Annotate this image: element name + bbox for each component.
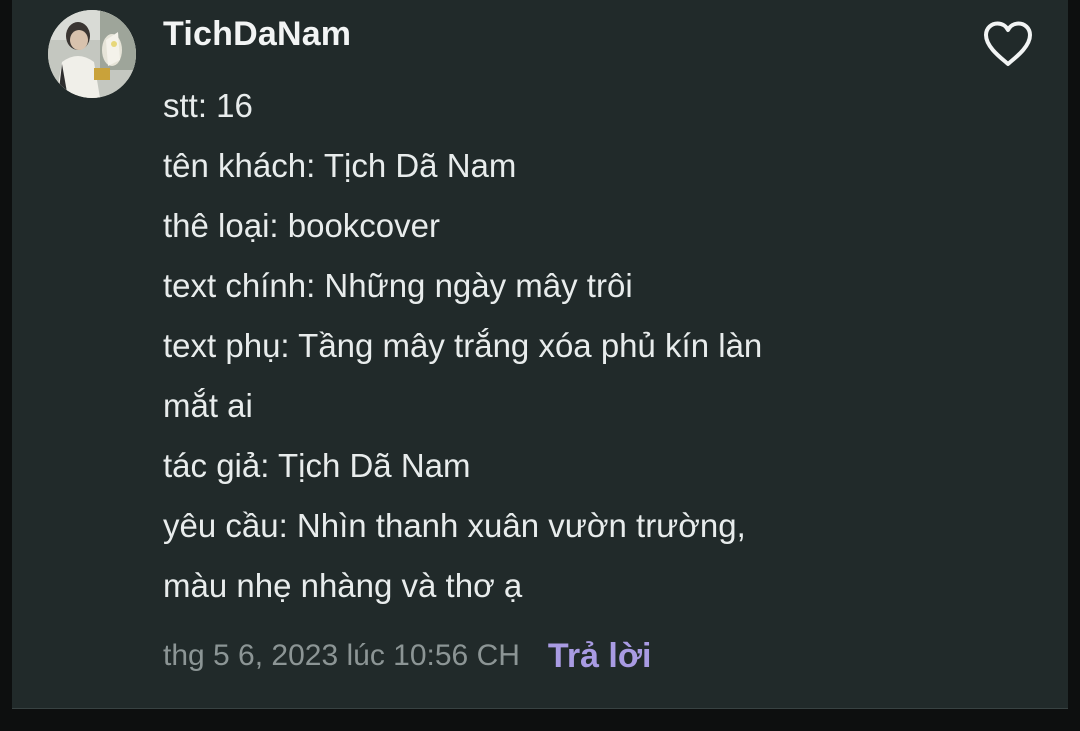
comment-line-sub-text-cont: mắt ai (163, 387, 253, 424)
comment-line-main-text: text chính: Những ngày mây trôi (163, 267, 633, 304)
heart-icon[interactable] (982, 20, 1034, 68)
comment-card: TichDaNam stt: 16 tên khách: Tịch Dã Nam… (12, 0, 1068, 709)
avatar[interactable] (48, 10, 136, 98)
reply-button[interactable]: Trả lời (548, 637, 652, 676)
comment-line-request: yêu cầu: Nhìn thanh xuân vườn trường, (163, 507, 746, 544)
comment-body: stt: 16 tên khách: Tịch Dã Nam thê loại:… (163, 76, 1023, 616)
author-name[interactable]: TichDaNam (163, 15, 351, 54)
comment-line-stt: stt: 16 (163, 87, 253, 124)
comment-line-author: tác giả: Tịch Dã Nam (163, 447, 471, 484)
comment-line-guest-name: tên khách: Tịch Dã Nam (163, 147, 517, 184)
comment-meta: thg 5 6, 2023 lúc 10:56 CH Trả lời (163, 634, 651, 678)
avatar-photo (48, 10, 136, 98)
comment-line-genre: thê loại: bookcover (163, 207, 441, 244)
timestamp: thg 5 6, 2023 lúc 10:56 CH (163, 639, 520, 672)
comment-line-sub-text: text phụ: Tầng mây trắng xóa phủ kín làn (163, 327, 763, 364)
comment-line-request-cont: màu nhẹ nhàng và thơ ạ (163, 567, 523, 604)
